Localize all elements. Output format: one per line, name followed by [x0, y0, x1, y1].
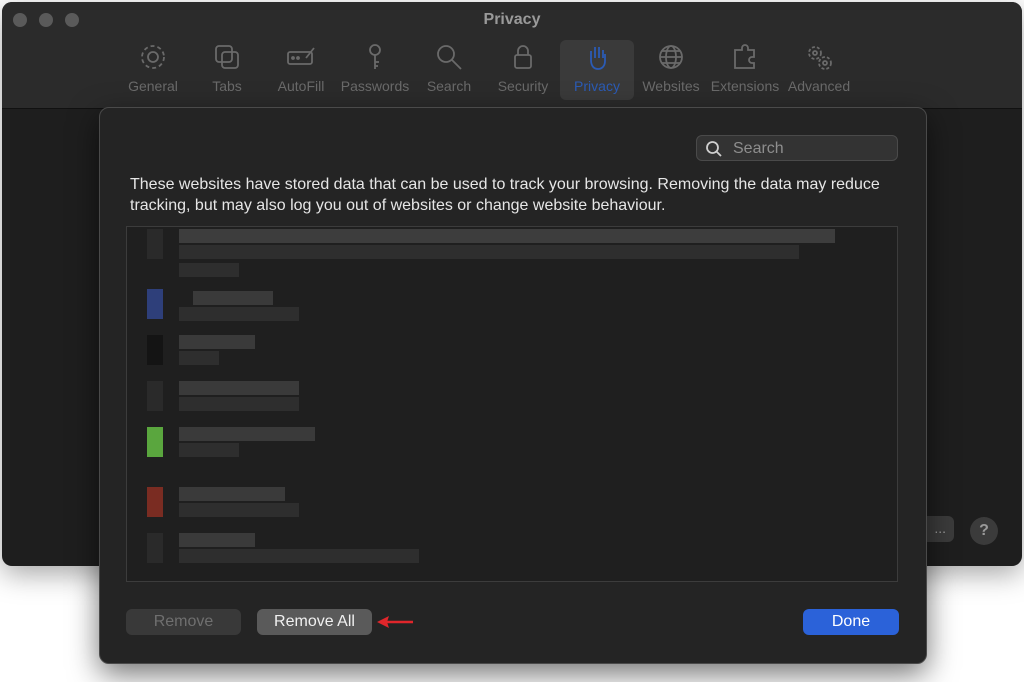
list-item[interactable] [147, 533, 447, 569]
blurred-site-details [179, 263, 239, 277]
tab-autofill[interactable]: AutoFill [264, 40, 338, 100]
magnifier-icon [437, 45, 462, 70]
search-icon [706, 141, 722, 157]
tab-label: Tabs [212, 78, 242, 94]
tab-label: AutoFill [277, 78, 325, 94]
blurred-site-details [179, 351, 219, 365]
tab-label: Extensions [710, 78, 780, 94]
blurred-site-details [179, 443, 239, 457]
tab-label: Privacy [574, 78, 620, 94]
blurred-site-details [179, 549, 419, 563]
tab-label: Websites [642, 78, 700, 94]
description-text: These websites have stored data that can… [130, 176, 880, 214]
tab-extensions[interactable]: Extensions [708, 40, 782, 100]
tab-label: General [128, 78, 178, 94]
gears-icon [808, 46, 832, 70]
tab-websites[interactable]: Websites [634, 40, 708, 100]
blurred-site-name [179, 229, 835, 243]
tab-general[interactable]: General [116, 40, 190, 100]
annotation-arrow-icon [377, 616, 413, 628]
tab-label: Search [426, 78, 472, 94]
blurred-site-name [179, 533, 255, 547]
favicon-blurred [147, 335, 163, 365]
done-button[interactable]: Done [803, 609, 899, 635]
puzzle-icon [734, 44, 755, 69]
help-button[interactable]: ? [970, 517, 998, 545]
lock-icon [514, 45, 532, 69]
window-title: Privacy [483, 11, 541, 28]
gear-icon [141, 45, 165, 69]
manage-website-data-sheet: These websites have stored data that can… [99, 107, 927, 664]
tab-tabs[interactable]: Tabs [190, 40, 264, 100]
list-item[interactable] [147, 487, 347, 523]
blurred-site-name [179, 381, 299, 395]
remove-button[interactable]: Remove [126, 609, 241, 635]
favicon-blurred [147, 427, 163, 457]
favicon-blurred [147, 289, 163, 319]
hand-icon [590, 47, 606, 70]
blurred-site-name [179, 487, 285, 501]
remove-all-button[interactable]: Remove All [257, 609, 372, 635]
tab-passwords[interactable]: Passwords [338, 40, 412, 100]
list-item[interactable] [147, 229, 847, 277]
globe-icon [659, 45, 683, 69]
autofill-icon [287, 47, 315, 65]
tab-security[interactable]: Security [486, 40, 560, 100]
blurred-site-name [193, 291, 273, 305]
tab-label: Advanced [787, 78, 851, 94]
favicon-blurred [147, 229, 163, 259]
favicon-blurred [147, 533, 163, 563]
blurred-site-name [179, 427, 315, 441]
favicon-blurred [147, 487, 163, 517]
website-data-list[interactable] [126, 226, 898, 582]
tab-search[interactable]: Search [412, 40, 486, 100]
blurred-site-details [179, 307, 299, 321]
favicon-blurred [147, 381, 163, 411]
list-item[interactable] [147, 289, 347, 325]
search-input[interactable] [731, 136, 895, 162]
tab-advanced[interactable]: Advanced [782, 40, 856, 100]
key-icon [369, 44, 381, 69]
search-field[interactable] [696, 135, 898, 162]
tab-label: Security [497, 78, 549, 94]
list-item[interactable] [147, 335, 347, 371]
tabs-icon [215, 45, 239, 69]
blurred-site-details [179, 245, 799, 259]
preferences-toolbar: General Tabs AutoFill Passwords Search S… [116, 40, 856, 100]
list-item[interactable] [147, 381, 347, 417]
list-item[interactable] [147, 427, 347, 463]
blurred-site-name [179, 335, 255, 349]
blurred-site-details [179, 397, 299, 411]
blurred-site-details [179, 503, 299, 517]
titlebar: Privacy General Tabs AutoFill Passwords … [2, 2, 1022, 109]
tab-label: Passwords [340, 78, 410, 94]
tab-privacy[interactable]: Privacy [560, 40, 634, 100]
